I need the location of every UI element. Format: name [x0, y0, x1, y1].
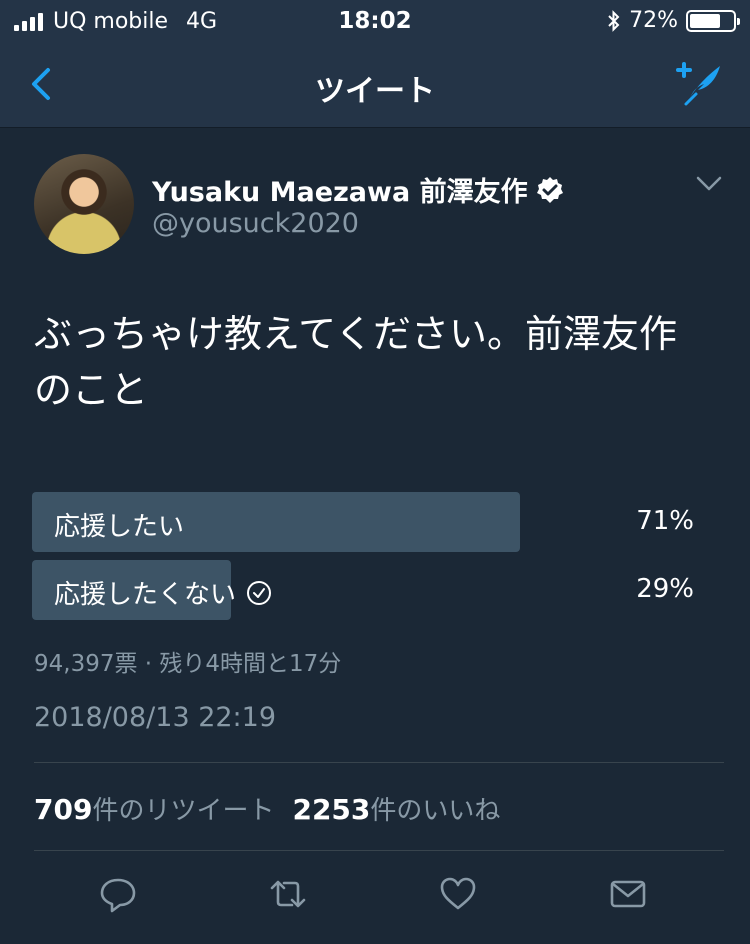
author-display-name: Yusaku Maezawa 前澤友作 — [152, 177, 528, 208]
poll-option-label-row: 応援したくない — [54, 574, 272, 611]
voted-check-icon — [247, 580, 272, 605]
poll-option-percent: 71% — [636, 506, 694, 536]
likes-count: 2253 — [292, 793, 371, 826]
retweets-label: 件のリツイート — [92, 796, 275, 826]
navigation-bar: ツイート — [0, 42, 750, 128]
compose-tweet-icon[interactable] — [672, 60, 724, 108]
avatar[interactable] — [34, 154, 134, 254]
author-handle[interactable]: @yousuck2020 — [152, 208, 359, 239]
status-bar: UQ mobile 4G 18:02 72% — [0, 0, 750, 42]
likes-label: 件のいいね — [370, 796, 501, 826]
like-heart-icon[interactable] — [438, 874, 478, 914]
tweet-text: ぶっちゃけ教えてください。前澤友作のこと — [34, 312, 677, 412]
verified-badge-icon — [536, 176, 563, 203]
battery-icon — [686, 9, 740, 32]
divider — [34, 850, 724, 851]
author-name-row[interactable]: Yusaku Maezawa 前澤友作 — [152, 170, 564, 209]
divider — [34, 762, 724, 763]
poll-option: 応援したい 71% — [32, 492, 696, 552]
retweets-stat[interactable]: 709件のリツイート — [34, 793, 275, 826]
reply-icon[interactable] — [98, 874, 138, 914]
poll-option: 応援したくない 29% — [32, 560, 696, 620]
poll-option-percent: 29% — [636, 574, 694, 604]
likes-stat[interactable]: 2253件のいいね — [292, 793, 501, 826]
tweet-timestamp: 2018/08/13 22:19 — [34, 702, 277, 733]
poll-option-label: 応援したくない — [54, 580, 237, 610]
retweet-icon[interactable] — [268, 874, 308, 914]
bluetooth-icon — [608, 9, 620, 32]
tweet-stats: 709件のリツイート 2253件のいいね — [34, 790, 500, 827]
poll: 応援したい 71% 応援したくない 29% — [32, 492, 696, 628]
battery-percent: 72% — [629, 8, 678, 33]
tweet-actions — [0, 866, 750, 926]
direct-message-icon[interactable] — [608, 874, 648, 914]
poll-meta: 94,397票 · 残り4時間と17分 — [34, 651, 342, 677]
page-title: ツイート — [315, 74, 435, 109]
poll-option-label-row: 応援したい — [54, 506, 184, 543]
retweets-count: 709 — [34, 793, 93, 826]
poll-option-label: 応援したい — [54, 512, 185, 542]
chevron-down-icon[interactable] — [696, 176, 722, 192]
